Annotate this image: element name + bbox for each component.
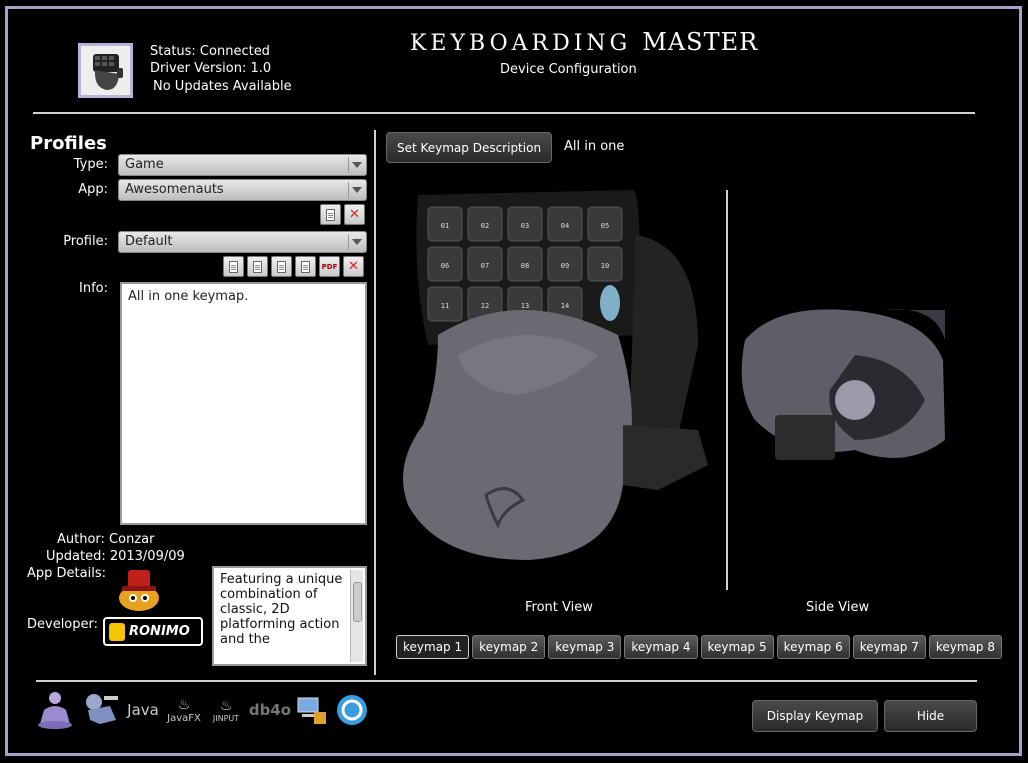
delete-icon: ✕ [349, 207, 360, 222]
driver-version-text: Driver Version: 1.0 [150, 61, 272, 76]
app-select-value: Awesomenauts [125, 182, 224, 197]
app-label: App: [78, 182, 108, 197]
network-computer-icon [296, 690, 328, 730]
hide-button[interactable]: Hide [884, 700, 977, 732]
side-view-image [735, 300, 945, 480]
app-title: KEYBOARDING MASTER [410, 28, 758, 56]
app-toolbar: ✕ [320, 204, 365, 225]
jinput-logo-text: JINPUT [212, 713, 240, 723]
export-icon [301, 260, 310, 273]
key-label-11: 11 [441, 302, 449, 310]
key-label-08: 08 [521, 262, 529, 270]
key-label-05: 05 [601, 222, 609, 230]
copy-profile-button[interactable] [247, 256, 268, 277]
footer-divider [36, 680, 977, 682]
keymap-tab-6[interactable]: keymap 6 [776, 635, 850, 659]
type-select-value: Game [125, 157, 164, 172]
jinput-logo: ♨ JINPUT [212, 697, 240, 723]
info-textarea[interactable]: All in one keymap. [120, 282, 367, 525]
updated-text: Updated: 2013/09/09 [46, 549, 185, 564]
keymap-tab-4[interactable]: keymap 4 [624, 635, 698, 659]
keymap-tab-3[interactable]: keymap 3 [548, 635, 622, 659]
type-select[interactable]: Game [118, 154, 367, 176]
key-label-12: 12 [481, 302, 489, 310]
developer-label: Developer: [27, 617, 99, 632]
import-icon [277, 260, 286, 273]
view-divider [726, 190, 728, 590]
app-select[interactable]: Awesomenauts [118, 179, 367, 201]
pdf-profile-button[interactable]: PDF [319, 256, 340, 277]
key-label-06: 06 [441, 262, 449, 270]
description-scrollbar[interactable] [350, 570, 363, 662]
footer-logos: Java ♨ JavaFX ♨ JINPUT db4o [36, 690, 370, 730]
keymap-tab-8[interactable]: keymap 8 [928, 635, 1002, 659]
javafx-logo-text: JavaFX [167, 712, 201, 724]
chevron-down-icon [352, 187, 362, 193]
developer-logo-text: RONIMO [129, 624, 190, 639]
keymap-tab-7[interactable]: keymap 7 [852, 635, 926, 659]
side-view-label: Side View [806, 600, 870, 615]
developer-logo: RONIMO [103, 617, 203, 646]
profile-label: Profile: [63, 234, 108, 249]
key-label-01: 01 [441, 222, 449, 230]
key-label-14: 14 [561, 302, 569, 310]
app-details-label: App Details: [27, 566, 106, 581]
key-label-13: 13 [521, 302, 529, 310]
status-text: Status: Connected [150, 44, 270, 59]
chevron-down-icon [352, 162, 362, 168]
ninja-icon [80, 690, 120, 730]
title-suffix: MASTER [642, 28, 759, 56]
keymap-description: All in one [564, 139, 625, 154]
db4o-logo: db4o [248, 701, 292, 719]
front-view-image: 01 02 03 04 05 06 07 08 09 10 11 12 13 14 [398, 185, 718, 565]
java-logo: Java [127, 701, 159, 719]
keymap-tab-5[interactable]: keymap 5 [700, 635, 774, 659]
title-prefix: KEYBOARDING [410, 31, 632, 56]
keymap-tab-1[interactable]: keymap 1 [396, 635, 470, 659]
developer-logo-icon [109, 622, 125, 641]
display-keymap-button[interactable]: Display Keymap [752, 700, 878, 732]
profile-select-value: Default [125, 234, 173, 249]
bubble-logo-icon [334, 690, 370, 730]
author-text: Author: Conzar [57, 532, 155, 547]
key-label-07: 07 [481, 262, 489, 270]
meditation-icon [36, 690, 74, 730]
document-icon [326, 208, 335, 221]
updates-text: No Updates Available [153, 79, 292, 94]
key-label-02: 02 [481, 222, 489, 230]
import-profile-button[interactable] [271, 256, 292, 277]
profiles-heading: Profiles [30, 133, 107, 154]
javafx-logo: ♨ JavaFX [167, 696, 201, 724]
new-profile-button[interactable] [223, 256, 244, 277]
profile-toolbar: PDF ✕ [223, 256, 364, 277]
key-label-09: 09 [561, 262, 569, 270]
description-textarea[interactable]: Featuring a unique combination of classi… [212, 566, 367, 666]
document-icon [229, 260, 238, 273]
export-profile-button[interactable] [295, 256, 316, 277]
keymap-tabs: keymap 1 keymap 2 keymap 3 keymap 4 keymap 5… [396, 635, 1002, 659]
description-text: Featuring a unique combination of classi… [220, 572, 343, 647]
copy-icon [253, 260, 262, 273]
type-label: Type: [73, 157, 108, 172]
key-label-10: 10 [601, 262, 609, 270]
page-subtitle: Device Configuration [500, 62, 637, 77]
delete-app-button[interactable]: ✕ [344, 204, 365, 225]
chevron-down-icon [352, 239, 362, 245]
pdf-icon: PDF [321, 262, 338, 271]
set-keymap-description-button[interactable]: Set Keymap Description [386, 132, 552, 163]
info-label: Info: [79, 281, 108, 296]
delete-profile-button[interactable]: ✕ [343, 256, 364, 277]
profile-select[interactable]: Default [118, 231, 367, 253]
app-logo-icon [114, 566, 164, 612]
delete-icon: ✕ [348, 259, 359, 274]
key-label-03: 03 [521, 222, 529, 230]
device-thumbnail [78, 43, 133, 98]
keymap-tab-2[interactable]: keymap 2 [472, 635, 546, 659]
header-divider [33, 112, 975, 114]
new-app-button[interactable] [320, 204, 341, 225]
key-label-04: 04 [561, 222, 569, 230]
panel-divider [374, 130, 376, 675]
front-view-label: Front View [525, 600, 593, 615]
